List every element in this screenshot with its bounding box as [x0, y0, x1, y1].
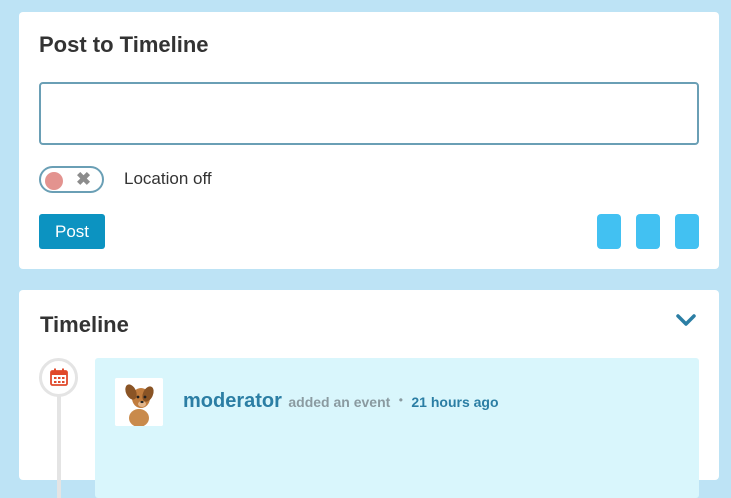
post-textarea[interactable] — [39, 82, 699, 145]
event-time-link[interactable]: 21 hours ago — [411, 394, 498, 410]
location-toggle[interactable]: ✖ — [39, 166, 104, 193]
event-username-link[interactable]: moderator — [183, 390, 282, 412]
timeline-node — [39, 358, 78, 397]
timeline-card: Timeline moderator added an event • 21 h… — [19, 290, 719, 498]
post-button[interactable]: Post — [39, 214, 105, 249]
attach-button-1[interactable] — [597, 214, 621, 249]
post-to-timeline-card: Post to Timeline ✖ Location off Post — [19, 12, 719, 269]
close-icon: ✖ — [76, 169, 92, 189]
event-separator: • — [398, 393, 403, 407]
toggle-knob — [45, 172, 63, 190]
location-label: Location off — [124, 169, 212, 188]
avatar[interactable] — [115, 378, 163, 426]
timeline-event: moderator added an event • 21 hours ago — [95, 358, 699, 498]
event-action: added an event — [288, 394, 391, 410]
post-card-title: Post to Timeline — [39, 32, 209, 57]
calendar-icon — [50, 368, 68, 386]
attach-button-2[interactable] — [636, 214, 660, 249]
chevron-down-icon[interactable] — [676, 310, 696, 330]
attach-button-3[interactable] — [675, 214, 699, 249]
event-summary: moderator added an event • 21 hours ago — [183, 390, 499, 413]
timeline-title: Timeline — [40, 312, 129, 337]
